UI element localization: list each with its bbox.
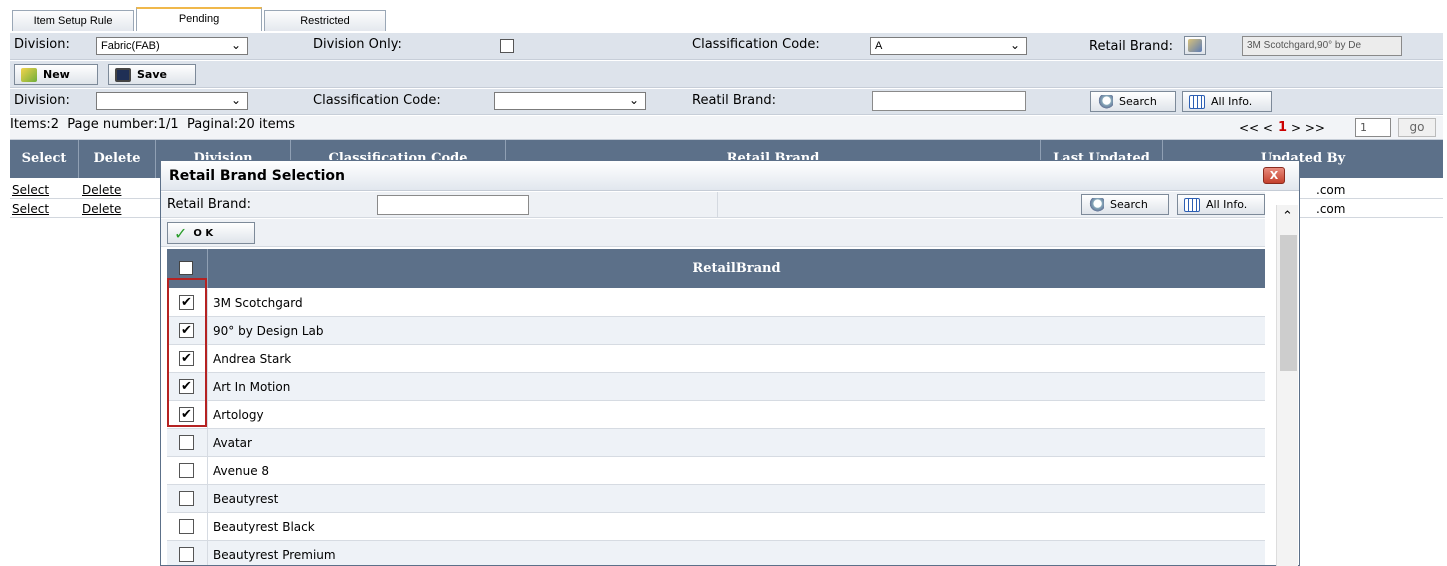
chevron-down-icon: ⌄ (1009, 38, 1020, 52)
division-label-2: Division: (14, 93, 70, 108)
col-select: Select (10, 140, 79, 178)
classification-code-label-2: Classification Code: (313, 93, 441, 108)
tab-restricted[interactable]: Restricted (264, 10, 386, 31)
retail-brand-column-header: RetailBrand (692, 261, 781, 276)
save-button[interactable]: Save (108, 64, 196, 85)
dialog-search-button[interactable]: Search (1081, 194, 1169, 215)
toolbar: New Save (10, 61, 1443, 88)
row-select-link[interactable]: Select (12, 202, 49, 216)
list-item: ✔ Art In Motion (167, 373, 1265, 401)
grid-icon (1184, 197, 1200, 212)
classification-code-label: Classification Code: (692, 37, 820, 52)
row-updated-by: .com (1316, 183, 1346, 197)
division-select-2[interactable]: ⌄ (96, 92, 248, 110)
search-icon (1088, 197, 1104, 212)
brand-name: Andrea Stark (213, 352, 292, 366)
edit-icon (1188, 39, 1202, 52)
retail-brand-label: Retail Brand: (1089, 39, 1173, 54)
brand-checkbox[interactable] (179, 435, 194, 450)
list-item: ✔ Artology (167, 401, 1265, 429)
retail-brand-selection-dialog: Retail Brand Selection X Retail Brand: S… (160, 160, 1300, 566)
list-item: Beautyrest Premium (167, 541, 1265, 565)
selection-highlight-box (167, 278, 207, 427)
row-select-link[interactable]: Select (12, 183, 49, 197)
tab-strip: Item Setup Rule Pending Restricted (12, 7, 388, 31)
tab-item-setup-rule[interactable]: Item Setup Rule (12, 10, 134, 31)
new-icon (21, 67, 37, 82)
row-delete-link[interactable]: Delete (82, 183, 121, 197)
row-delete-link[interactable]: Delete (82, 202, 121, 216)
brand-name: Avenue 8 (213, 464, 270, 478)
division-label: Division: (14, 37, 70, 52)
brand-name: Artology (213, 408, 264, 422)
dialog-scrollbar[interactable]: ⌃ (1276, 205, 1298, 566)
dialog-search-bar: Retail Brand: Search All Info. (161, 192, 1265, 218)
list-item: Beautyrest Black (167, 513, 1265, 541)
list-item: Avenue 8 (167, 457, 1265, 485)
brand-name: 90° by Design Lab (213, 324, 324, 338)
brand-checkbox[interactable] (179, 463, 194, 478)
classification-code-select[interactable]: A ⌄ (870, 37, 1027, 55)
chevron-down-icon: ⌄ (230, 93, 241, 107)
brand-checkbox[interactable] (179, 519, 194, 534)
brand-name: Beautyrest (213, 492, 279, 506)
pager-next-links[interactable]: > >> (1291, 121, 1325, 135)
dialog-ok-bar: ✓ O K (161, 219, 1265, 247)
search-icon (1097, 94, 1113, 109)
list-item: Beautyrest (167, 485, 1265, 513)
retail-brand-label-2: Reatil Brand: (692, 93, 776, 108)
pager-row: Items:2 Page number:1/1 Paginal:20 items… (10, 116, 1443, 140)
row-updated-by: .com (1316, 202, 1346, 216)
list-item: ✔ 3M Scotchgard (167, 289, 1265, 317)
division-only-checkbox[interactable] (500, 39, 514, 53)
division-select[interactable]: Fabric(FAB) ⌄ (96, 37, 248, 55)
list-item: ✔ Andrea Stark (167, 345, 1265, 373)
filter-row-2: Division: ⌄ Classification Code: ⌄ Reati… (10, 89, 1443, 115)
retail-brand-input[interactable] (872, 91, 1026, 111)
chevron-down-icon: ⌄ (628, 93, 639, 107)
pager-prev-links[interactable]: << < (1239, 121, 1273, 135)
checkmark-icon: ✓ (174, 223, 188, 243)
close-button[interactable]: X (1263, 167, 1285, 184)
dialog-retail-brand-input[interactable] (377, 195, 529, 215)
filter-row-1: Division: Fabric(FAB) ⌄ Division Only: Cl… (10, 33, 1443, 60)
brand-name: Beautyrest Black (213, 520, 315, 534)
pager-current-page: 1 (1278, 120, 1288, 135)
chevron-up-icon[interactable]: ⌃ (1282, 209, 1293, 224)
save-icon (115, 67, 131, 82)
brand-name: 3M Scotchgard (213, 296, 303, 310)
list-item: ✔ 90° by Design Lab (167, 317, 1265, 345)
scrollbar-thumb[interactable] (1280, 235, 1297, 371)
dialog-title: Retail Brand Selection (161, 161, 1299, 191)
go-button[interactable]: go (1398, 118, 1436, 137)
ok-button[interactable]: ✓ O K (167, 222, 255, 244)
brand-name: Avatar (213, 436, 252, 450)
edit-brand-button[interactable] (1184, 36, 1206, 55)
list-item: Avatar (167, 429, 1265, 457)
tab-pending[interactable]: Pending (136, 7, 262, 31)
all-info-button[interactable]: All Info. (1182, 91, 1272, 112)
retail-brand-display: 3M Scotchgard,90° by De (1242, 36, 1402, 56)
search-button[interactable]: Search (1090, 91, 1176, 112)
division-only-label: Division Only: (313, 37, 402, 52)
dialog-retail-brand-label: Retail Brand: (167, 197, 251, 212)
brand-name: Art In Motion (213, 380, 291, 394)
new-button[interactable]: New (14, 64, 98, 85)
col-delete: Delete (79, 140, 156, 178)
brand-name: Beautyrest Premium (213, 548, 336, 562)
chevron-down-icon: ⌄ (230, 38, 241, 52)
pager-summary: Items:2 Page number:1/1 Paginal:20 items (10, 117, 296, 132)
page-number-input[interactable]: 1 (1355, 118, 1391, 137)
dialog-all-info-button[interactable]: All Info. (1177, 194, 1265, 215)
select-all-checkbox[interactable] (179, 261, 193, 275)
brand-checkbox[interactable] (179, 491, 194, 506)
brand-table-header: RetailBrand (167, 249, 1265, 288)
grid-icon (1189, 94, 1205, 109)
brand-checkbox[interactable] (179, 547, 194, 562)
classification-code-select-2[interactable]: ⌄ (494, 92, 646, 110)
